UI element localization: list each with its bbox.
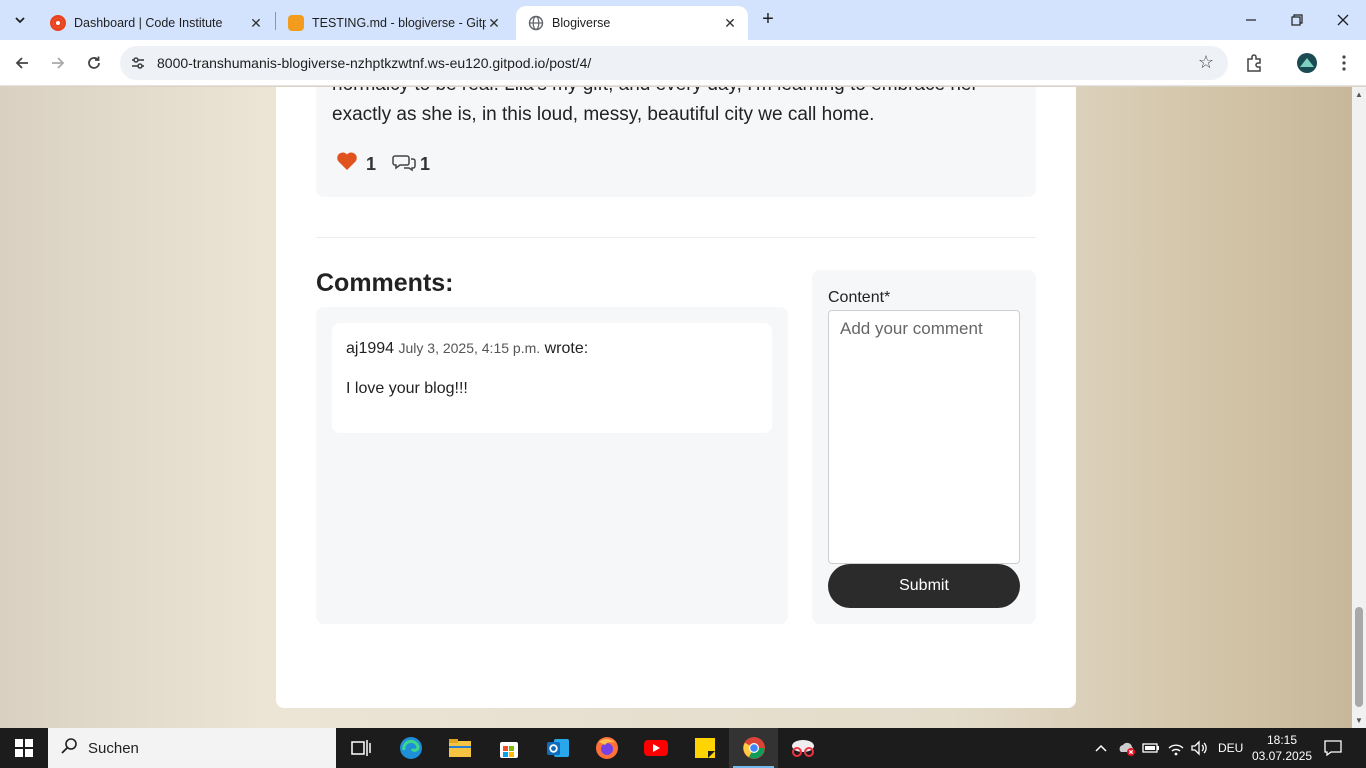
comment-wrote: wrote: <box>544 340 589 357</box>
scroll-down-arrow-icon[interactable]: ▼ <box>1355 716 1363 725</box>
tab-title: TESTING.md - blogiverse - Gitp <box>312 16 486 30</box>
browser-tab-bar: Dashboard | Code Institute ✕ TESTING.md … <box>0 0 1366 40</box>
volume-icon[interactable] <box>1190 728 1208 768</box>
wifi-icon[interactable] <box>1167 728 1185 768</box>
tab-title: Blogiverse <box>552 16 611 30</box>
page-viewport: normalcy to be real. Lila's my gift, and… <box>0 87 1352 728</box>
page-scrollbar[interactable]: ▲ ▼ <box>1352 87 1366 728</box>
file-explorer-icon[interactable] <box>435 728 484 768</box>
browser-toolbar: 8000-transhumanis-blogiverse-nzhptkzwtnf… <box>0 40 1366 86</box>
tab-dashboard[interactable]: Dashboard | Code Institute ✕ <box>38 6 274 40</box>
microsoft-store-icon[interactable] <box>484 728 533 768</box>
outlook-icon[interactable] <box>533 728 582 768</box>
post-stats: 1 1 <box>336 151 430 177</box>
search-icon <box>60 737 78 760</box>
snipping-tool-icon[interactable] <box>778 728 827 768</box>
comments-list: aj1994 July 3, 2025, 4:15 p.m. wrote: I … <box>316 307 788 624</box>
heart-like-icon[interactable] <box>336 151 358 177</box>
restore-icon[interactable] <box>1274 0 1320 40</box>
url-text: 8000-transhumanis-blogiverse-nzhptkzwtnf… <box>157 55 592 71</box>
onedrive-error-icon[interactable] <box>1117 728 1137 768</box>
chrome-icon[interactable] <box>729 728 778 768</box>
globe-favicon-icon <box>528 15 544 31</box>
scroll-up-arrow-icon[interactable]: ▲ <box>1355 90 1363 99</box>
comment-date: July 3, 2025, 4:15 p.m. <box>398 340 541 356</box>
submit-button[interactable]: Submit <box>828 564 1020 608</box>
clock-time: 18:15 <box>1266 733 1298 747</box>
bookmark-star-icon[interactable]: ☆ <box>1198 52 1214 73</box>
search-label: Suchen <box>88 739 139 757</box>
comments-bubble-icon <box>392 152 416 177</box>
menu-kebab-icon[interactable] <box>1332 51 1356 75</box>
comment-item: aj1994 July 3, 2025, 4:15 p.m. wrote: I … <box>332 323 772 433</box>
tab-title: Dashboard | Code Institute <box>74 16 223 30</box>
taskbar-clock[interactable]: 18:15 03.07.2025 <box>1252 732 1312 764</box>
gitpod-favicon-icon <box>288 15 304 31</box>
windows-start-icon[interactable] <box>0 728 48 768</box>
comment-body: I love your blog!!! <box>346 380 468 397</box>
profile-avatar[interactable] <box>1295 51 1319 75</box>
comment-author: aj1994 <box>346 340 395 357</box>
tab-blogiverse[interactable]: Blogiverse ✕ <box>516 6 748 40</box>
youtube-icon[interactable] <box>631 728 680 768</box>
forward-arrow-icon[interactable] <box>44 49 72 77</box>
close-window-icon[interactable] <box>1320 0 1366 40</box>
taskbar-search[interactable]: Suchen <box>48 728 336 768</box>
close-tab-icon[interactable]: ✕ <box>486 15 502 31</box>
section-divider <box>316 237 1036 238</box>
like-count: 1 <box>366 153 377 174</box>
content-label: Content* <box>828 289 891 306</box>
show-hidden-icons-chevron-icon[interactable] <box>1094 728 1108 768</box>
back-arrow-icon[interactable] <box>8 49 36 77</box>
battery-icon[interactable] <box>1142 728 1160 768</box>
sticky-notes-icon[interactable] <box>680 728 729 768</box>
address-bar[interactable]: 8000-transhumanis-blogiverse-nzhptkzwtnf… <box>120 46 1228 80</box>
content-container: normalcy to be real. Lila's my gift, and… <box>276 87 1076 708</box>
edge-browser-icon[interactable] <box>386 728 435 768</box>
firefox-icon[interactable] <box>582 728 631 768</box>
scrollbar-thumb[interactable] <box>1355 607 1363 707</box>
comment-meta: aj1994 July 3, 2025, 4:15 p.m. wrote: <box>346 340 588 358</box>
new-tab-plus-icon[interactable]: + <box>756 8 780 32</box>
post-text-partial-line: normalcy to be real. Lila's my gift, and… <box>332 87 1022 100</box>
keyboard-language-indicator[interactable]: DEU <box>1218 728 1243 768</box>
windows-taskbar: Suchen DEU 18:15 03.07.2025 <box>0 728 1366 768</box>
reload-icon[interactable] <box>80 49 108 77</box>
extensions-puzzle-icon[interactable] <box>1242 51 1266 75</box>
code-institute-favicon-icon <box>50 15 66 31</box>
comment-form: Content* Submit <box>812 270 1036 624</box>
close-tab-icon[interactable]: ✕ <box>722 15 738 31</box>
tab-search-chevron-icon[interactable] <box>8 8 32 32</box>
comment-content-textarea[interactable] <box>828 310 1020 564</box>
task-view-icon[interactable] <box>336 728 385 768</box>
post-text-last-line: exactly as she is, in this loud, messy, … <box>332 104 875 125</box>
comment-count: 1 <box>420 153 431 174</box>
post-card: normalcy to be real. Lila's my gift, and… <box>316 87 1036 197</box>
post-body: normalcy to be real. Lila's my gift, and… <box>332 87 1022 130</box>
comments-heading: Comments: <box>316 269 454 297</box>
tab-testing-md[interactable]: TESTING.md - blogiverse - Gitp ✕ <box>276 6 512 40</box>
close-tab-icon[interactable]: ✕ <box>248 15 264 31</box>
notifications-icon[interactable] <box>1323 728 1343 768</box>
site-info-tune-icon[interactable] <box>128 53 148 73</box>
minimize-icon[interactable] <box>1228 0 1274 40</box>
clock-date: 03.07.2025 <box>1252 749 1313 763</box>
